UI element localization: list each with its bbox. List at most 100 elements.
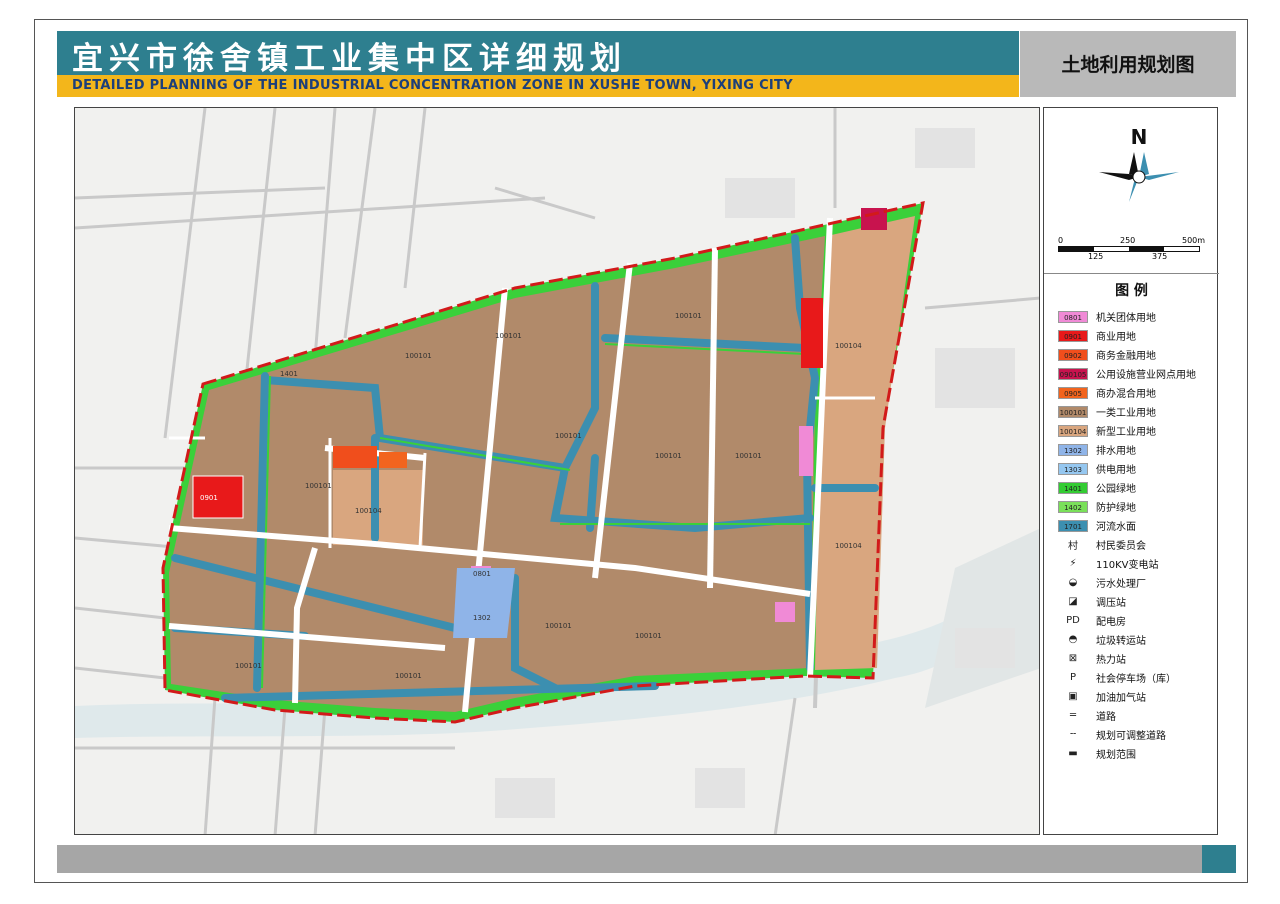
scale-label: 250: [1120, 236, 1136, 245]
parcel-label: 1302: [473, 614, 491, 622]
legend-item: 090105 公用设施营业网点用地: [1058, 365, 1196, 382]
legend-symbol-icon: PD: [1066, 615, 1080, 626]
legend-item: 1302 排水用地: [1058, 441, 1136, 458]
legend-label: 配电房: [1096, 617, 1126, 628]
map-canvas[interactable]: 100101 100101 100101 100101 100101 10010…: [74, 107, 1040, 835]
legend-symbol-icon: ◪: [1068, 596, 1078, 607]
legend-item: 1303 供电用地: [1058, 460, 1136, 477]
parcel-label: 100104: [355, 507, 382, 515]
land-use-map[interactable]: 100101 100101 100101 100101 100101 10010…: [75, 108, 1040, 835]
north-arrow-icon: N: [1099, 125, 1184, 222]
legend-label: 垃圾转运站: [1096, 636, 1146, 647]
legend-label: 道路: [1096, 712, 1116, 723]
map-title: 宜兴市徐舍镇工业集中区详细规划: [72, 41, 627, 77]
legend-item: 1701 河流水面: [1058, 517, 1136, 534]
scale-label: 500m: [1182, 236, 1206, 245]
legend-swatch: 0901: [1058, 329, 1088, 342]
legend-swatch: 0801: [1058, 310, 1088, 323]
parcel-label: 100104: [835, 542, 862, 550]
legend-symbol-icon: ⚡: [1069, 558, 1077, 569]
sheet-title: 土地利用规划图: [1061, 54, 1195, 76]
legend-symbol-item: ◪ 调压站: [1058, 593, 1126, 610]
north-label: N: [1131, 125, 1148, 149]
legend-swatch: 1302: [1058, 443, 1088, 456]
legend-swatch: 1402: [1058, 500, 1088, 513]
legend-item: 100101 一类工业用地: [1058, 403, 1156, 420]
legend-item: 0801 机关团体用地: [1058, 308, 1156, 325]
public-facility-090105[interactable]: [861, 208, 887, 230]
legend-item: 1401 公园绿地: [1058, 479, 1136, 496]
commercial-finance-0902[interactable]: [333, 446, 377, 468]
parcel-label: 0901: [200, 494, 218, 502]
scale-bar-graphic: [1058, 246, 1200, 252]
scale-label: 375: [1152, 252, 1168, 261]
legend-symbol-item: 村 村民委员会: [1058, 536, 1146, 553]
legend-symbol-item: ⊠ 热力站: [1058, 650, 1126, 667]
legend-panel: N 0 250 500m 125 375 图 例 0801 机关团体用地 0901 商…: [1043, 107, 1219, 835]
parcel-label: 100101: [395, 672, 422, 680]
institutional-0801-east[interactable]: [799, 426, 813, 476]
legend-item: 100104 新型工业用地: [1058, 422, 1156, 439]
parcel-label: 100101: [405, 352, 432, 360]
legend-symbol-item: ◒ 污水处理厂: [1058, 574, 1146, 591]
legend-swatch: 100101: [1058, 405, 1088, 418]
mixed-use-0905[interactable]: [379, 452, 407, 468]
village-committee-parcel[interactable]: [775, 602, 795, 622]
legend-symbol-icon: ⊠: [1068, 653, 1078, 664]
scale-label: 0: [1058, 236, 1064, 245]
legend-symbol-item: ⚡ 110KV变电站: [1058, 555, 1158, 572]
scale-label: 125: [1088, 252, 1104, 261]
parcel-label: 100101: [655, 452, 682, 460]
legend-label: 商务金融用地: [1096, 351, 1156, 362]
legend-label: 污水处理厂: [1096, 579, 1146, 590]
legend-label: 排水用地: [1096, 446, 1136, 457]
legend-label: 河流水面: [1096, 522, 1136, 533]
legend-label: 供电用地: [1096, 465, 1136, 476]
legend-swatch: 1303: [1058, 462, 1088, 475]
legend-label: 规划可调整道路: [1096, 731, 1166, 742]
parcel-label: 100101: [735, 452, 762, 460]
divider: [1044, 273, 1219, 274]
scale-bar: 0 250 500m 125 375: [1058, 236, 1208, 266]
parcel-label: 0801: [473, 570, 491, 578]
legend-label: 热力站: [1096, 655, 1126, 666]
legend-label: 机关团体用地: [1096, 313, 1156, 324]
legend-label: 新型工业用地: [1096, 427, 1156, 438]
drainage-land-1302[interactable]: [453, 568, 515, 638]
industrial-area-east: [925, 528, 1039, 708]
legend-symbol-icon: ═: [1069, 710, 1077, 721]
legend-symbol-item: ▬ 规划范围: [1058, 745, 1136, 762]
legend-symbol-item: ═ 道路: [1058, 707, 1116, 724]
legend-symbol-item: ╌ 规划可调整道路: [1058, 726, 1166, 743]
legend-symbol-item: ◓ 垃圾转运站: [1058, 631, 1146, 648]
parcel-label: 100101: [555, 432, 582, 440]
legend-symbol-icon: P: [1069, 672, 1077, 683]
commercial-land-north[interactable]: [801, 298, 823, 368]
footer-accent: [1202, 845, 1236, 873]
legend-swatch: 0905: [1058, 386, 1088, 399]
legend-label: 公用设施营业网点用地: [1096, 370, 1196, 381]
footer-bar: [57, 845, 1202, 873]
legend-item: 0905 商办混合用地: [1058, 384, 1156, 401]
map-subtitle-en: DETAILED PLANNING OF THE INDUSTRIAL CONC…: [72, 78, 793, 93]
parcel-label: 100101: [495, 332, 522, 340]
legend-label: 规划范围: [1096, 750, 1136, 761]
legend-label: 商办混合用地: [1096, 389, 1156, 400]
legend-swatch: 1401: [1058, 481, 1088, 494]
legend-item: 0901 商业用地: [1058, 327, 1136, 344]
parcel-label: 100101: [675, 312, 702, 320]
legend-label: 商业用地: [1096, 332, 1136, 343]
legend-symbol-icon: ◒: [1068, 577, 1078, 588]
legend-symbol-item: ▣ 加油加气站: [1058, 688, 1146, 705]
parcel-label: 1401: [280, 370, 298, 378]
legend-swatch: 0902: [1058, 348, 1088, 361]
legend-symbol-icon: ▬: [1068, 748, 1078, 759]
legend-symbol-item: P 社会停车场（库）: [1058, 669, 1176, 686]
legend-swatch: 090105: [1058, 367, 1088, 380]
legend-label: 村民委员会: [1096, 541, 1146, 552]
legend-swatch: 1701: [1058, 519, 1088, 532]
legend-label: 社会停车场（库）: [1096, 674, 1176, 685]
legend-symbol-icon: ▣: [1068, 691, 1078, 702]
parcel-label: 100101: [635, 632, 662, 640]
legend-label: 公园绿地: [1096, 484, 1136, 495]
